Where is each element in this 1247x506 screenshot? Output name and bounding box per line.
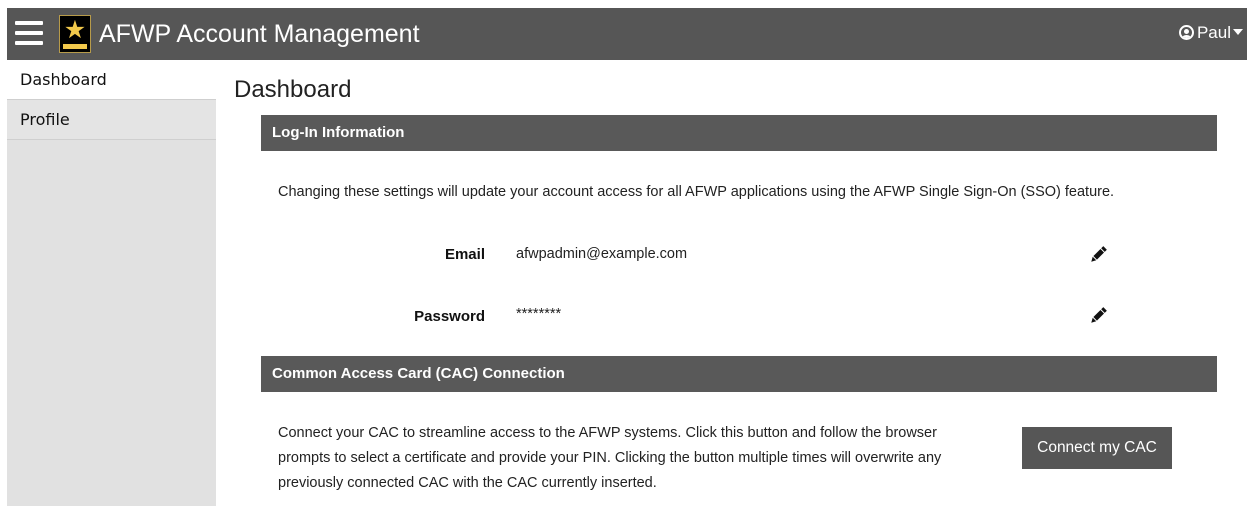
email-label: Email (444, 246, 485, 263)
caret-down-icon (1233, 29, 1243, 35)
cac-description: Connect your CAC to streamline access to… (278, 425, 942, 491)
user-name: Paul (1196, 23, 1231, 42)
edit-email-pencil-icon[interactable] (1088, 245, 1108, 265)
edit-password-pencil-icon[interactable] (1088, 306, 1108, 326)
user-menu[interactable]: Paul (1178, 23, 1243, 43)
page-title: Dashboard (234, 76, 352, 103)
sidebar-item-profile[interactable]: Profile (7, 100, 216, 140)
user-circle-icon (1178, 25, 1194, 40)
sidebar-item-label: Profile (20, 110, 70, 129)
email-value: afwpadmin@example.com (516, 246, 688, 262)
login-intro-text: Changing these settings will update your… (278, 184, 1115, 200)
hamburger-menu-icon[interactable] (15, 21, 43, 47)
password-label: Password (414, 308, 485, 325)
connect-cac-button[interactable]: Connect my CAC (1022, 427, 1172, 469)
sidebar-item-label: Dashboard (20, 70, 107, 89)
login-section-header: Log-In Information (261, 115, 1217, 151)
cac-section-header: Common Access Card (CAC) Connection (261, 356, 1217, 392)
army-star-logo: ★ (59, 15, 91, 53)
sidebar: Dashboard Profile (7, 60, 216, 506)
app-title: AFWP Account Management (99, 20, 420, 48)
top-navbar: ★ AFWP Account Management Paul (7, 8, 1247, 60)
sidebar-item-dashboard[interactable]: Dashboard (7, 60, 216, 100)
password-value: ******** (516, 306, 562, 322)
